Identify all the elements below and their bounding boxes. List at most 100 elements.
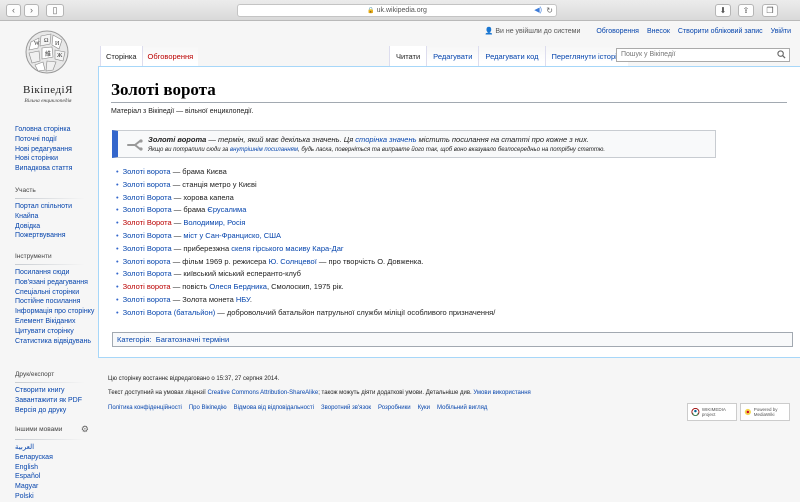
- disambiguation-link[interactable]: сторінка значень: [355, 135, 416, 144]
- item-title-link[interactable]: Золоті ворота: [123, 167, 171, 176]
- sidebar-item-main-1[interactable]: Поточні події: [15, 135, 97, 145]
- sidebar-item-print-0[interactable]: Створити книгу: [15, 386, 97, 396]
- item-title-link[interactable]: Золоті Ворота: [123, 218, 172, 227]
- tab-article[interactable]: Сторінка: [100, 46, 142, 66]
- tab-edit[interactable]: Редагувати: [426, 46, 479, 66]
- footer-link-0[interactable]: Політика конфіденційності: [108, 405, 182, 411]
- item-title-link[interactable]: Золоті ворота: [123, 295, 171, 304]
- wikimedia-badge[interactable]: WIKIMEDIA project: [687, 403, 737, 421]
- sidebar-item-language-2[interactable]: English: [15, 463, 97, 473]
- sidebar-item-tools-0[interactable]: Посилання сюди: [15, 268, 97, 278]
- user-icon: 👤: [484, 28, 494, 35]
- download-button[interactable]: ⬇: [715, 4, 731, 17]
- footer-link-5[interactable]: Куки: [418, 405, 430, 411]
- personal-link-2[interactable]: Створити обліковий запис: [678, 28, 763, 35]
- footer-link-3[interactable]: Зворотний зв'язок: [321, 405, 371, 411]
- address-bar[interactable]: 🔒 uk.wikipedia.org ◀) ↻: [237, 4, 557, 17]
- sidebar-item-language-5[interactable]: Polski: [15, 492, 97, 502]
- item-related-link[interactable]: Олеся Бердника: [209, 282, 267, 291]
- list-item: Золоті Ворота — міст у Сан-Франциско, СШ…: [116, 230, 495, 243]
- sidebar-item-main-3[interactable]: Нові сторінки: [15, 154, 97, 164]
- footer-link-4[interactable]: Розробники: [378, 405, 411, 411]
- item-title-link[interactable]: Золоті Ворота: [123, 193, 172, 202]
- sidebar-item-participation-2[interactable]: Довідка: [15, 222, 97, 232]
- sidebar-divider: [15, 439, 85, 440]
- category-label-link[interactable]: Категорія:: [117, 335, 152, 344]
- disambiguation-notice: Золоті ворота — термін, який має декільк…: [112, 130, 716, 158]
- item-related-link[interactable]: Єрусалима: [207, 205, 246, 214]
- reload-icon[interactable]: ↻: [546, 5, 553, 17]
- list-item: Золоті Ворота (батальйон) — добровольчий…: [116, 307, 496, 320]
- item-title-link[interactable]: Золоті ворота: [123, 282, 171, 291]
- sidebar-item-language-4[interactable]: Magyar: [15, 482, 97, 492]
- sidebar-heading-participation: Участь: [15, 187, 36, 194]
- item-related-link[interactable]: скеля гірського масиву Кара-Даг: [231, 244, 343, 253]
- back-button[interactable]: ‹: [6, 4, 21, 17]
- search-input[interactable]: Пошук у Вікіпедії: [616, 48, 790, 62]
- footer-links: Політика конфіденційності Про Вікіпедію Ві…: [108, 405, 494, 411]
- item-related-link[interactable]: Володимир, Росія: [183, 218, 245, 227]
- audio-icon[interactable]: ◀): [534, 5, 542, 17]
- list-item: Золоті ворота — повість Олеся Бердника, …: [116, 281, 495, 294]
- item-related-link[interactable]: Ю. Солнцевої: [269, 257, 317, 266]
- sidebar-item-language-0[interactable]: العربية: [15, 443, 97, 453]
- sidebar-item-print-1[interactable]: Завантажити як PDF: [15, 396, 97, 406]
- sidebar-item-main-0[interactable]: Головна сторінка: [15, 125, 97, 135]
- item-title-link[interactable]: Золоті Ворота: [123, 244, 172, 253]
- item-title-link[interactable]: Золоті Ворота: [123, 231, 172, 240]
- site-subtitle: Матеріал з Вікіпедії — вільної енциклопе…: [111, 108, 254, 115]
- item-title-link[interactable]: Золоті Ворота (батальйон): [123, 308, 216, 317]
- item-title-link[interactable]: Золоті Ворота: [123, 205, 172, 214]
- sidebar-toggle-button[interactable]: ▯: [46, 4, 64, 17]
- footer-link-1[interactable]: Про Вікіпедію: [189, 405, 227, 411]
- license-link[interactable]: Creative Commons Attribution-ShareAlike: [207, 390, 318, 396]
- sidebar-item-language-1[interactable]: Беларуская: [15, 453, 97, 463]
- internal-links-link[interactable]: внутрішнім посиланням: [230, 147, 298, 153]
- sidebar-item-tools-2[interactable]: Спеціальні сторінки: [15, 288, 97, 298]
- mediawiki-badge[interactable]: Powered by MediaWiki: [740, 403, 790, 421]
- share-button[interactable]: ⇪: [738, 4, 754, 17]
- tab-read[interactable]: Читати: [389, 46, 427, 66]
- notice-line-1: Золоті ворота — термін, який має декільк…: [148, 135, 589, 144]
- personal-link-1[interactable]: Внесок: [647, 28, 670, 35]
- footer-link-6[interactable]: Мобільний вигляд: [437, 405, 487, 411]
- personal-link-3[interactable]: Увійти: [771, 28, 791, 35]
- category-link[interactable]: Багатозначні терміни: [156, 335, 229, 344]
- item-title-link[interactable]: Золоті ворота: [123, 180, 171, 189]
- item-description-tail: , Смолоскип, 1975 рік.: [266, 282, 344, 292]
- sidebar-participation: Участь Портал спільноти Кнайпа Довідка Поже…: [15, 187, 97, 241]
- item-related-link[interactable]: міст у Сан-Франциско, США: [183, 231, 281, 240]
- tabs-button[interactable]: ❐: [762, 4, 778, 17]
- meanings-list: Золоті ворота — брама КиєваЗолоті ворота…: [116, 166, 496, 320]
- sidebar-item-tools-1[interactable]: Пов'язані редагування: [15, 278, 97, 288]
- sidebar-item-main-4[interactable]: Випадкова стаття: [15, 164, 97, 174]
- sidebar-item-language-3[interactable]: Español: [15, 472, 97, 482]
- sidebar-item-participation-1[interactable]: Кнайпа: [15, 212, 97, 222]
- view-tabs: Читати Редагувати Редагувати код Перегля…: [389, 46, 629, 66]
- footer-link-2[interactable]: Відмова від відповідальності: [234, 405, 314, 411]
- personal-link-0[interactable]: Обговорення: [596, 28, 639, 35]
- item-title-link[interactable]: Золоті Ворота: [123, 269, 172, 278]
- sidebar-navigation: Головна сторінка Поточні події Нові редагу…: [15, 125, 97, 174]
- wikimedia-badge-label: WIKIMEDIA project: [701, 407, 726, 417]
- sidebar-item-main-2[interactable]: Нові редагування: [15, 145, 97, 155]
- sidebar-item-tools-5[interactable]: Елемент Вікіданих: [15, 317, 97, 327]
- list-item: Золоті Ворота — київський міський еспера…: [116, 268, 495, 281]
- gear-icon[interactable]: ⚙: [81, 424, 89, 435]
- disambiguation-icon: [127, 139, 143, 151]
- sidebar-item-participation-0[interactable]: Портал спільноти: [15, 202, 97, 212]
- terms-link[interactable]: Умови використання: [473, 390, 530, 396]
- forward-button[interactable]: ›: [24, 4, 39, 17]
- item-related-link[interactable]: НБУ: [236, 295, 250, 304]
- sidebar-item-tools-3[interactable]: Постійне посилання: [15, 297, 97, 307]
- sidebar-item-tools-7[interactable]: Статистика відвідувань: [15, 337, 97, 347]
- tab-talk[interactable]: Обговорення: [141, 46, 199, 66]
- sidebar-item-participation-3[interactable]: Пожертвування: [15, 231, 97, 241]
- sidebar-item-tools-6[interactable]: Цитувати сторінку: [15, 327, 97, 337]
- footer-last-edit: Цю сторінку востаннє відредаговано о 15:…: [108, 376, 280, 382]
- item-title-link[interactable]: Золоті ворота: [123, 257, 171, 266]
- sidebar-item-print-2[interactable]: Версія до друку: [15, 406, 97, 416]
- search-icon[interactable]: [777, 50, 786, 59]
- tab-edit-source[interactable]: Редагувати код: [478, 46, 545, 66]
- sidebar-item-tools-4[interactable]: Інформація про сторінку: [15, 307, 97, 317]
